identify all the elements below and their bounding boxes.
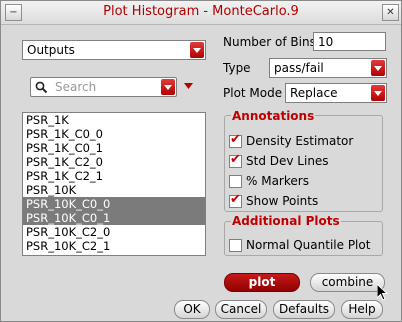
list-item[interactable]: PSR_10K_C0_0: [23, 197, 205, 211]
std-dev-lines-checkbox[interactable]: ✔: [229, 152, 242, 168]
source-dropdown-value: Outputs: [27, 43, 75, 57]
mouse-cursor-icon: [377, 284, 388, 301]
x-icon: ✕: [386, 7, 395, 18]
cancel-button[interactable]: Cancel: [215, 300, 267, 319]
type-label: Type: [223, 61, 251, 75]
plot-mode-dropdown[interactable]: Replace: [285, 83, 387, 103]
window-title: Plot Histogram - MonteCarlo.9: [103, 4, 299, 19]
list-item[interactable]: PSR_10K_C2_0: [23, 225, 205, 239]
ok-button[interactable]: OK: [174, 300, 210, 319]
std-dev-lines-label: Std Dev Lines: [246, 154, 329, 168]
normal-quantile-plot-label: Normal Quantile Plot: [246, 238, 371, 252]
plot-button[interactable]: plot: [224, 273, 300, 292]
type-dropdown[interactable]: pass/fail: [269, 58, 387, 78]
list-item[interactable]: PSR_10K: [23, 183, 205, 197]
plot-histogram-dialog: − Plot Histogram - MonteCarlo.9 ✕ Output…: [0, 0, 402, 322]
chevron-down-icon: [371, 60, 385, 76]
list-item[interactable]: PSR_1K_C0_1: [23, 141, 205, 155]
bins-label: Number of Bins: [223, 35, 316, 49]
source-dropdown[interactable]: Outputs: [22, 40, 206, 60]
bins-value: 10: [318, 35, 334, 49]
list-item[interactable]: PSR_1K_C2_0: [23, 155, 205, 169]
checkmark-icon: ✔: [230, 152, 241, 167]
list-item[interactable]: PSR_1K_C0_0: [23, 127, 205, 141]
density-estimator-label: Density Estimator: [246, 134, 354, 148]
chevron-down-icon: [190, 42, 204, 58]
search-filter-chevron-icon[interactable]: [184, 83, 194, 90]
additional-plots-title: Additional Plots: [231, 214, 341, 228]
search-options-chevron-icon[interactable]: [161, 79, 175, 95]
normal-quantile-plot-checkbox[interactable]: [229, 239, 242, 252]
list-item[interactable]: PSR_10K_C2_1: [23, 239, 205, 253]
percent-markers-label: % Markers: [246, 174, 309, 188]
defaults-button[interactable]: Defaults: [273, 300, 335, 319]
combine-button[interactable]: combine: [310, 273, 385, 292]
list-item[interactable]: PSR_10K_C0_1: [23, 211, 205, 225]
title-bar[interactable]: − Plot Histogram - MonteCarlo.9 ✕: [1, 1, 401, 25]
list-item[interactable]: PSR_1K_C2_1: [23, 169, 205, 183]
show-points-label: Show Points: [246, 194, 319, 208]
list-item[interactable]: PSR_1K: [23, 113, 205, 127]
annotations-title: Annotations: [231, 109, 316, 123]
close-button[interactable]: ✕: [382, 4, 399, 21]
type-value: pass/fail: [274, 61, 324, 75]
checkmark-icon: ✔: [230, 192, 241, 207]
search-input[interactable]: Search: [30, 77, 177, 97]
checkmark-icon: ✔: [230, 132, 241, 147]
plot-mode-value: Replace: [290, 86, 338, 100]
plot-mode-label: Plot Mode: [223, 86, 283, 100]
percent-markers-checkbox[interactable]: [229, 175, 242, 188]
density-estimator-checkbox[interactable]: ✔: [229, 132, 242, 148]
bins-input[interactable]: 10: [313, 32, 386, 51]
search-placeholder: Search: [55, 80, 97, 94]
show-points-checkbox[interactable]: ✔: [229, 192, 242, 208]
chevron-down-icon: [371, 85, 385, 101]
search-icon: [35, 81, 48, 94]
outputs-list[interactable]: PSR_1K PSR_1K_C0_0 PSR_1K_C0_1 PSR_1K_C2_0 P…: [22, 112, 206, 256]
help-button[interactable]: Help: [341, 300, 383, 319]
